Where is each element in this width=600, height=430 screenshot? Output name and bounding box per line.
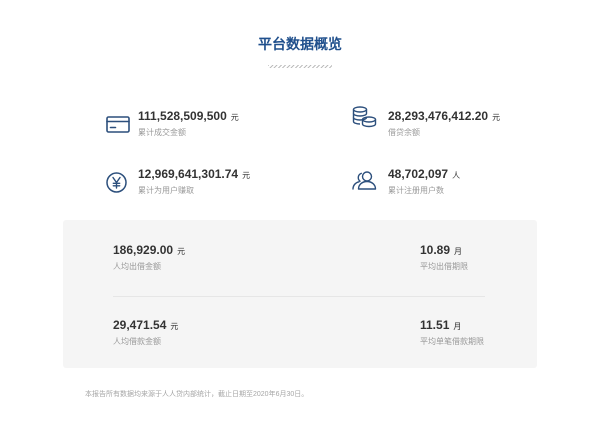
title-divider	[268, 65, 332, 68]
stat-label: 人均出借金额	[113, 262, 161, 271]
stat-value-row: 48,702,097 人	[388, 167, 460, 183]
stat-unit: 月	[453, 322, 462, 331]
panel-divider	[113, 296, 485, 297]
stat-value-row: 111,528,509,500 元	[138, 109, 239, 125]
stat-value-row: 186,929.00 元	[113, 243, 185, 259]
page-title: 平台数据概览	[258, 36, 342, 52]
stat-value-row: 12,969,641,301.74 元	[138, 167, 250, 183]
stat-value-row: 29,471.54 元	[113, 318, 178, 334]
stat-unit: 元	[242, 171, 251, 180]
stat-label: 平均出借期限	[420, 262, 468, 271]
stat-value: 111,528,509,500	[138, 109, 227, 123]
avg-lending-amount: 186,929.00 元 人均出借金额	[113, 243, 185, 272]
stat-unit: 元	[492, 113, 501, 122]
stat-value: 29,471.54	[113, 318, 167, 332]
users-icon	[352, 171, 377, 190]
coins-icon	[352, 106, 377, 129]
yen-icon	[106, 172, 127, 193]
stat-value-row: 28,293,476,412.20 元	[388, 109, 500, 125]
stat-label: 累计为用户赚取	[138, 186, 194, 195]
footnote: 本报告所有数据均来源于人人贷内部统计，截止日期至2020年6月30日。	[85, 391, 309, 398]
stat-unit: 元	[170, 322, 179, 331]
stat-total-turnover: 111,528,509,500 元 累计成交金额	[138, 109, 239, 138]
avg-borrowing-amount: 29,471.54 元 人均借款金额	[113, 318, 178, 347]
stat-value: 186,929.00	[113, 243, 174, 257]
stat-label: 人均借款金额	[113, 337, 161, 346]
stat-value-row: 11.51 月	[420, 318, 484, 334]
stat-value-row: 10.89 月	[420, 243, 468, 259]
stat-user-earnings: 12,969,641,301.74 元 累计为用户赚取	[138, 167, 250, 196]
stat-label: 累计成交金额	[138, 128, 186, 137]
stat-value: 11.51	[420, 318, 450, 332]
stat-value: 28,293,476,412.20	[388, 109, 489, 123]
stat-unit: 元	[230, 113, 239, 122]
stat-label: 借贷余额	[388, 128, 420, 137]
credit-card-icon	[106, 116, 130, 133]
stat-unit: 人	[452, 171, 461, 180]
stat-value: 10.89	[420, 243, 451, 257]
avg-loan-term: 11.51 月 平均单笔借款期限	[420, 318, 484, 347]
stat-value: 12,969,641,301.74	[138, 167, 239, 181]
stat-loan-balance: 28,293,476,412.20 元 借贷余额	[388, 109, 500, 138]
stat-label: 平均单笔借款期限	[420, 337, 484, 346]
stat-label: 累计注册用户数	[388, 186, 444, 195]
averages-panel: 186,929.00 元 人均出借金额 10.89 月 平均出借期限 29,471.…	[63, 220, 537, 368]
stat-unit: 元	[177, 247, 186, 256]
stat-registered-users: 48,702,097 人 累计注册用户数	[388, 167, 460, 196]
stat-value: 48,702,097	[388, 167, 449, 181]
avg-lending-term: 10.89 月 平均出借期限	[420, 243, 468, 272]
stat-unit: 月	[454, 247, 463, 256]
